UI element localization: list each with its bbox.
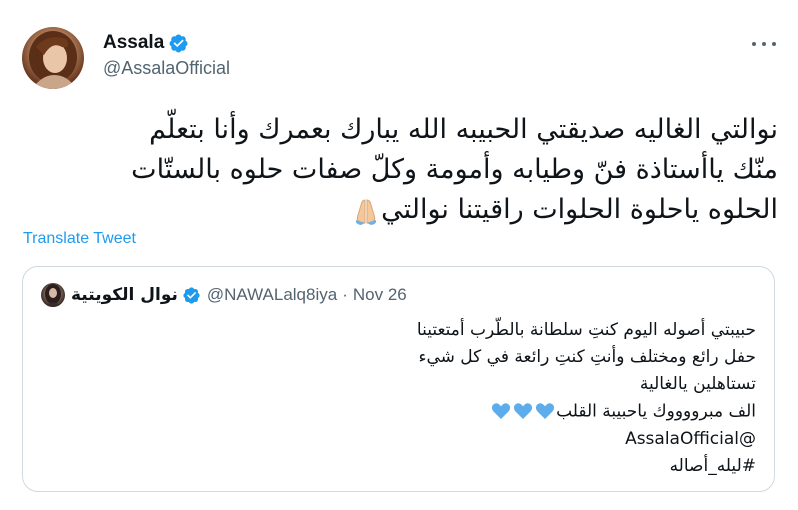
tweet-text-line: منّك ياأستاذة فنّ وطيابه وأمومة وكلّ صفا…: [131, 154, 778, 185]
more-horizontal-icon[interactable]: [752, 36, 776, 52]
quoted-tweet-text: حبيبتي أصوله اليوم كنتِ سلطانة بالطّرب أ…: [41, 317, 756, 480]
quoted-tweet-header: نوال الكويتية @NAWALalq8iya · Nov 26: [41, 283, 407, 307]
blue-heart-emoji: [535, 403, 555, 419]
display-name[interactable]: Assala: [103, 32, 164, 54]
blue-heart-emoji: [491, 403, 511, 419]
avatar[interactable]: [22, 27, 84, 89]
tweet-text-line: الحلوه ياحلوة الحلوات راقيتنا نوالتي: [381, 194, 778, 225]
verified-badge-icon: [182, 286, 201, 305]
quoted-display-name[interactable]: نوال الكويتية: [71, 285, 178, 305]
translate-tweet-link[interactable]: Translate Tweet: [23, 230, 136, 248]
tweet-text-line-last: الحلوه ياحلوة الحلوات راقيتنا نوالتي: [20, 190, 778, 230]
separator-dot: ·: [342, 285, 348, 304]
quoted-handle[interactable]: @NAWALalq8iya: [207, 285, 337, 305]
blue-heart-emoji: [513, 403, 533, 419]
quoted-tweet[interactable]: نوال الكويتية @NAWALalq8iya · Nov 26 حبي…: [22, 266, 775, 492]
author-name-row: Assala: [103, 30, 189, 56]
quoted-text-line-hearts: الف مبرووووك ياحبيبة القلب: [41, 398, 756, 426]
quoted-text-line: الف مبرووووك ياحبيبة القلب: [556, 401, 756, 422]
quoted-avatar[interactable]: [41, 283, 65, 307]
tweet-text: نوالتي الغاليه صديقتي الحبيبه الله يبارك…: [20, 110, 778, 230]
folded-hands-emoji: [351, 196, 381, 226]
quoted-date[interactable]: Nov 26: [353, 285, 407, 305]
quoted-text-line: تستاهلين يالغالية: [639, 374, 756, 394]
blue-hearts: [490, 398, 556, 425]
tweet-text-line: نوالتي الغاليه صديقتي الحبيبه الله يبارك…: [149, 114, 778, 145]
quoted-text-line: حفل رائع ومختلف وأنتِ كنتِ رائعة في كل ش…: [418, 347, 757, 367]
verified-badge-icon: [168, 33, 189, 54]
mention-link[interactable]: @AssalaOfficial: [41, 426, 756, 453]
quoted-text-line: حبيبتي أصوله اليوم كنتِ سلطانة بالطّرب أ…: [416, 320, 756, 340]
author-handle[interactable]: @AssalaOfficial: [103, 58, 230, 79]
tweet: Assala @AssalaOfficial نوالتي الغاليه صد…: [0, 0, 798, 510]
hashtag-link[interactable]: #ليله_أصاله: [41, 453, 756, 480]
